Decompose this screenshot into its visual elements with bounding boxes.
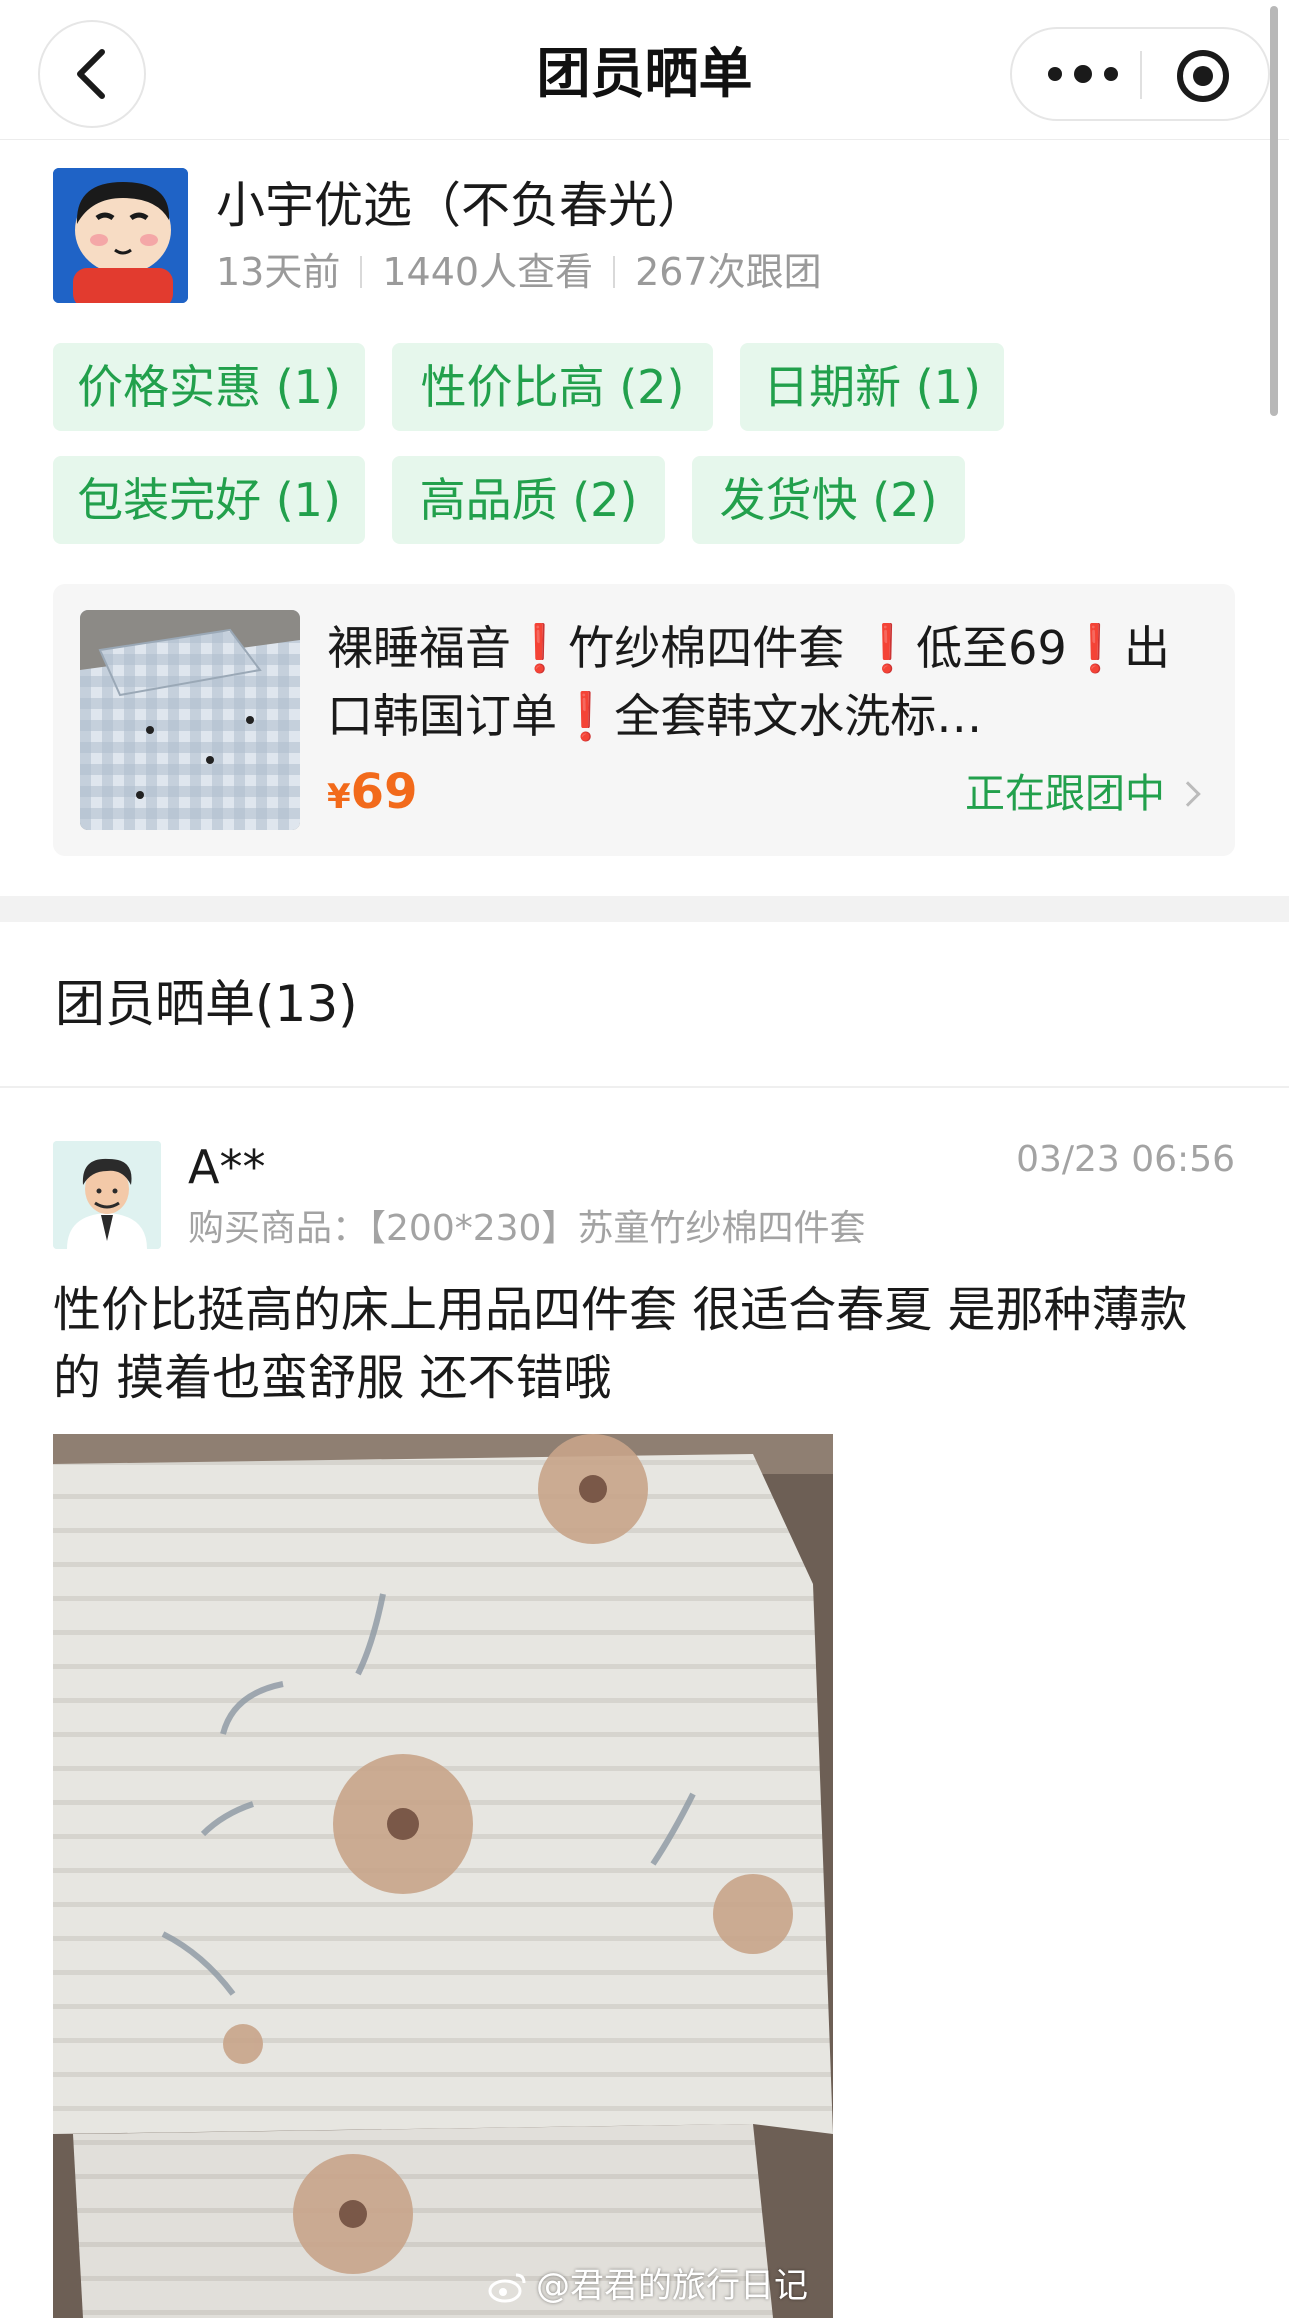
scrollbar[interactable]: [1270, 6, 1278, 416]
price-value: 69: [350, 764, 418, 820]
purchased-product-name: 【200*230】苏童竹纱棉四件套: [368, 1208, 866, 1249]
section-divider: [0, 896, 1289, 922]
product-price: ¥69: [327, 762, 417, 833]
tag-chip[interactable]: 发货快 (2): [692, 456, 965, 544]
more-dots-icon[interactable]: [1048, 59, 1118, 89]
tag-chip[interactable]: 性价比高 (2): [392, 343, 713, 431]
review-photo[interactable]: [53, 1434, 833, 2318]
tag-chip[interactable]: 价格实惠 (1): [53, 343, 365, 431]
user-avatar-icon: [53, 1141, 161, 1249]
tag-chip[interactable]: 包装完好 (1): [53, 456, 365, 544]
product-card[interactable]: 裸睡福音❗️竹纱棉四件套 ❗️低至69❗️出口韩国订单❗️全套韩文水洗标… ¥6…: [53, 584, 1235, 856]
group-avatar[interactable]: [53, 168, 188, 303]
join-status-label: 正在跟团中: [965, 771, 1165, 817]
tag-chip[interactable]: 日期新 (1): [740, 343, 1004, 431]
chevron-right-icon: [1175, 781, 1201, 807]
mini-program-capsule: [1010, 27, 1270, 121]
capsule-divider: [1140, 51, 1142, 99]
group-name[interactable]: 小宇优选（不负春光）: [216, 176, 706, 236]
view-count: 1440人查看: [382, 250, 594, 294]
reviewer-name: A**: [188, 1140, 266, 1194]
navbar: 团员晒单: [0, 0, 1289, 140]
watermark-text: @君君的旅行日记: [536, 2266, 808, 2306]
section-separator: [0, 1086, 1289, 1088]
cartoon-avatar-icon: [53, 168, 188, 303]
section-title: 团员晒单(13): [55, 975, 358, 1033]
purchased-product: 购买商品：【200*230】苏童竹纱棉四件套: [188, 1204, 865, 1254]
review-time: 03/23 06:56: [1016, 1139, 1235, 1180]
join-status-link[interactable]: 正在跟团中: [965, 766, 1201, 822]
product-title: 裸睡福音❗️竹纱棉四件套 ❗️低至69❗️出口韩国订单❗️全套韩文水洗标…: [327, 621, 1170, 743]
reviewer-avatar[interactable]: [53, 1141, 161, 1249]
meta-divider: [613, 256, 616, 288]
time-ago: 13天前: [216, 250, 341, 294]
target-circle-icon[interactable]: [1177, 50, 1229, 102]
group-meta: 13天前 1440人查看 267次跟团: [216, 248, 822, 296]
product-image: [80, 610, 300, 830]
photo-watermark: @君君的旅行日记: [488, 2262, 808, 2310]
review-text: 性价比挺高的床上用品四件套 很适合春夏 是那种薄款的 摸着也蛮舒服 还不错哦: [53, 1282, 1188, 1406]
purchased-product-label: 购买商品：: [188, 1208, 369, 1249]
join-count: 267次跟团: [635, 250, 822, 294]
tag-chip[interactable]: 高品质 (2): [392, 456, 665, 544]
meta-divider: [360, 256, 363, 288]
weibo-logo-icon: [488, 2273, 526, 2303]
price-symbol: ¥: [327, 777, 351, 817]
